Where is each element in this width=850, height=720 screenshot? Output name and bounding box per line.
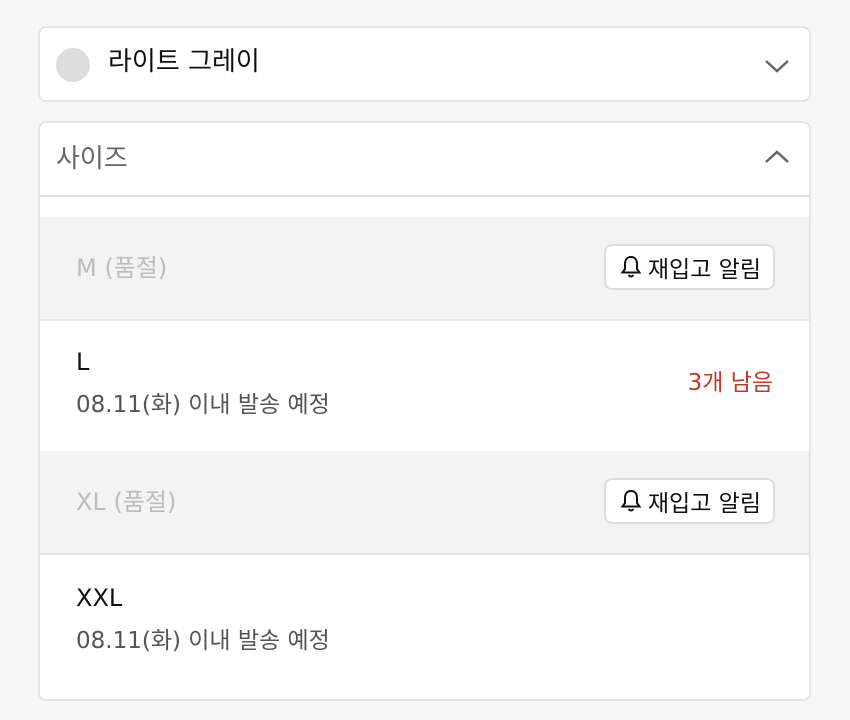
shipping-estimate: 08.11(화) 이내 발송 예정 (76, 392, 330, 418)
size-select-header[interactable]: 사이즈 (40, 123, 809, 197)
size-option-m[interactable]: M (품절) 재입고 알림 (40, 217, 809, 319)
size-option-name: XXL (76, 584, 123, 612)
color-swatch (56, 48, 90, 82)
size-select-panel: 사이즈 M (품절) 재입고 알림 L 08.11(화) 이내 발송 예정 3개… (38, 121, 811, 701)
chevron-down-icon (765, 60, 789, 73)
shipping-estimate: 08.11(화) 이내 발송 예정 (76, 628, 330, 654)
restock-alert-button[interactable]: 재입고 알림 (603, 244, 775, 290)
chevron-up-icon (765, 150, 789, 163)
restock-alert-label: 재입고 알림 (647, 257, 761, 283)
size-option-name: XL (품절) (76, 488, 177, 516)
size-option-l[interactable]: L 08.11(화) 이내 발송 예정 3개 남음 (40, 319, 809, 451)
size-option-xl[interactable]: XL (품절) 재입고 알림 (40, 451, 809, 553)
color-select[interactable]: 라이트 그레이 (38, 26, 811, 102)
size-option-name: M (품절) (76, 254, 168, 282)
size-option-name: L (76, 348, 90, 376)
restock-alert-label: 재입고 알림 (647, 491, 761, 517)
color-select-value: 라이트 그레이 (108, 47, 260, 77)
bell-icon (620, 489, 642, 512)
size-select-label: 사이즈 (56, 144, 128, 174)
size-option-xxl[interactable]: XXL 08.11(화) 이내 발송 예정 (40, 553, 809, 699)
bell-icon (620, 255, 642, 278)
stock-remaining: 3개 남음 (687, 370, 773, 396)
restock-alert-button[interactable]: 재입고 알림 (603, 478, 775, 524)
